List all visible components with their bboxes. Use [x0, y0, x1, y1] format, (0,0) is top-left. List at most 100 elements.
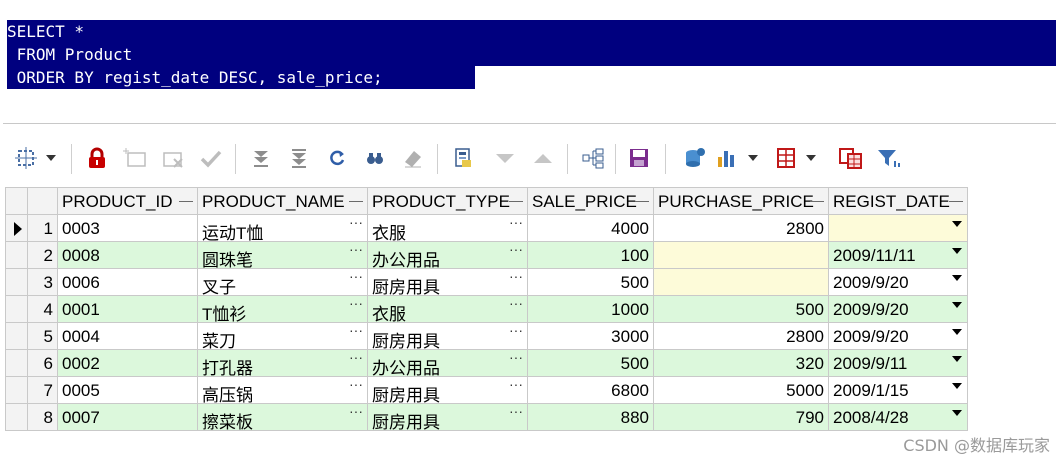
table-row[interactable]: 8 0007 擦菜板 ··· 厨房用具 ··· 880 790 2008/4/28 — [5, 403, 968, 431]
row-number[interactable]: 3 — [27, 268, 58, 296]
clear-filter-icon[interactable] — [243, 138, 279, 178]
cell-product-name[interactable]: 菜刀 ··· — [197, 322, 368, 350]
ellipsis-button[interactable]: ··· — [349, 270, 363, 285]
ellipsis-button[interactable]: ··· — [509, 270, 523, 285]
delete-record-icon[interactable] — [155, 138, 191, 178]
cell-purchase-price[interactable]: 5000 — [653, 376, 829, 404]
row-number[interactable]: 5 — [27, 322, 58, 350]
chart-icon[interactable] — [711, 138, 767, 178]
cell-sale-price[interactable]: 1000 — [527, 295, 654, 323]
table-row[interactable]: 5 0004 菜刀 ··· 厨房用具 ··· 3000 2800 2009/9/20 — [5, 322, 968, 350]
dropdown-arrow-icon[interactable] — [952, 248, 962, 254]
cell-product-type[interactable]: 厨房用具 ··· — [367, 376, 528, 404]
table-row[interactable]: 7 0005 高压锅 ··· 厨房用具 ··· 6800 5000 2009/1/15 — [5, 376, 968, 404]
sql-line[interactable]: ORDER BY regist_date DESC, sale_price; — [7, 66, 475, 89]
row-indicator[interactable] — [5, 268, 28, 296]
row-number[interactable]: 7 — [27, 376, 58, 404]
sql-line[interactable]: FROM Product — [7, 43, 1056, 66]
dropdown-arrow-icon[interactable] — [952, 410, 962, 416]
funnel-icon[interactable] — [871, 138, 907, 178]
ellipsis-button[interactable]: ··· — [349, 216, 363, 231]
dropdown-arrow-icon[interactable] — [952, 356, 962, 362]
eraser-icon[interactable] — [395, 138, 431, 178]
ellipsis-button[interactable]: ··· — [349, 351, 363, 366]
row-indicator[interactable] — [5, 322, 28, 350]
cell-sale-price[interactable]: 500 — [527, 349, 654, 377]
cell-regist-date[interactable]: 2009/9/20 — [828, 295, 968, 323]
cell-product-type[interactable]: 办公用品 ··· — [367, 349, 528, 377]
ellipsis-button[interactable]: ··· — [509, 351, 523, 366]
row-indicator[interactable] — [5, 403, 28, 431]
row-number[interactable]: 2 — [27, 241, 58, 269]
cell-product-name[interactable]: 高压锅 ··· — [197, 376, 368, 404]
cell-regist-date[interactable]: 2009/11/11 — [828, 241, 968, 269]
cell-product-id[interactable]: 0002 — [57, 349, 198, 377]
cell-purchase-price[interactable] — [653, 268, 829, 296]
find-icon[interactable] — [357, 138, 393, 178]
cell-product-id[interactable]: 0005 — [57, 376, 198, 404]
table-row[interactable]: 3 0006 叉子 ··· 厨房用具 ··· 500 2009/9/20 — [5, 268, 968, 296]
cell-product-type[interactable]: 厨房用具 ··· — [367, 403, 528, 431]
cell-product-name[interactable]: 叉子 ··· — [197, 268, 368, 296]
column-header-regist-date[interactable]: REGIST_DATE — [828, 187, 968, 215]
cell-purchase-price[interactable] — [653, 241, 829, 269]
ellipsis-button[interactable]: ··· — [349, 324, 363, 339]
cell-product-name[interactable]: 打孔器 ··· — [197, 349, 368, 377]
ellipsis-button[interactable]: ··· — [349, 297, 363, 312]
ellipsis-button[interactable]: ··· — [509, 243, 523, 258]
cell-product-name[interactable]: 擦菜板 ··· — [197, 403, 368, 431]
refresh-icon[interactable] — [319, 138, 355, 178]
row-indicator[interactable] — [5, 295, 28, 323]
cell-sale-price[interactable]: 880 — [527, 403, 654, 431]
cell-product-name[interactable]: 圆珠笔 ··· — [197, 241, 368, 269]
row-indicator[interactable] — [5, 349, 28, 377]
cell-regist-date[interactable]: 2009/9/20 — [828, 322, 968, 350]
cell-product-type[interactable]: 衣服 ··· — [367, 295, 528, 323]
cell-purchase-price[interactable]: 790 — [653, 403, 829, 431]
column-header-product-id[interactable]: PRODUCT_ID — [57, 187, 198, 215]
database-icon[interactable] — [677, 138, 713, 178]
cell-regist-date[interactable]: 2009/9/11 — [828, 349, 968, 377]
row-number[interactable]: 4 — [27, 295, 58, 323]
row-indicator[interactable] — [5, 214, 28, 242]
ellipsis-button[interactable]: ··· — [509, 378, 523, 393]
table-row[interactable]: 6 0002 打孔器 ··· 办公用品 ··· 500 320 2009/9/11 — [5, 349, 968, 377]
dropdown-arrow-icon[interactable] — [952, 302, 962, 308]
row-number[interactable]: 6 — [27, 349, 58, 377]
row-indicator[interactable] — [5, 376, 28, 404]
ellipsis-button[interactable]: ··· — [509, 324, 523, 339]
column-header-purchase-price[interactable]: PURCHASE_PRICE — [653, 187, 829, 215]
cell-sale-price[interactable]: 6800 — [527, 376, 654, 404]
cell-regist-date[interactable]: 2009/9/20 — [828, 268, 968, 296]
cell-product-id[interactable]: 0004 — [57, 322, 198, 350]
dropdown-arrow-icon[interactable] — [952, 383, 962, 389]
select-mode-icon[interactable] — [9, 138, 63, 178]
table-row[interactable]: 1 0003 运动T恤 ··· 衣服 ··· 4000 2800 — [5, 214, 968, 242]
grid-icon[interactable] — [771, 138, 825, 178]
cell-product-type[interactable]: 衣服 ··· — [367, 214, 528, 242]
cell-regist-date[interactable]: 2009/1/15 — [828, 376, 968, 404]
row-number[interactable]: 8 — [27, 403, 58, 431]
sort-up-icon[interactable] — [525, 138, 561, 178]
cell-sale-price[interactable]: 500 — [527, 268, 654, 296]
cell-regist-date[interactable]: 2008/4/28 — [828, 403, 968, 431]
ellipsis-button[interactable]: ··· — [349, 378, 363, 393]
cell-sale-price[interactable]: 100 — [527, 241, 654, 269]
insert-record-icon[interactable] — [117, 138, 153, 178]
row-number[interactable]: 1 — [27, 214, 58, 242]
cell-product-id[interactable]: 0001 — [57, 295, 198, 323]
ellipsis-button[interactable]: ··· — [509, 297, 523, 312]
column-header-product-name[interactable]: PRODUCT_NAME — [197, 187, 368, 215]
ellipsis-button[interactable]: ··· — [349, 405, 363, 420]
dropdown-arrow-icon[interactable] — [952, 275, 962, 281]
cell-sale-price[interactable]: 4000 — [527, 214, 654, 242]
ellipsis-button[interactable]: ··· — [349, 243, 363, 258]
cell-product-type[interactable]: 办公用品 ··· — [367, 241, 528, 269]
cell-purchase-price[interactable]: 500 — [653, 295, 829, 323]
cell-product-name[interactable]: 运动T恤 ··· — [197, 214, 368, 242]
query-by-example-icon[interactable] — [445, 138, 481, 178]
column-header-product-type[interactable]: PRODUCT_TYPE — [367, 187, 528, 215]
post-edit-icon[interactable] — [193, 138, 229, 178]
ellipsis-button[interactable]: ··· — [509, 216, 523, 231]
table-row[interactable]: 4 0001 T恤衫 ··· 衣服 ··· 1000 500 2009/9/20 — [5, 295, 968, 323]
